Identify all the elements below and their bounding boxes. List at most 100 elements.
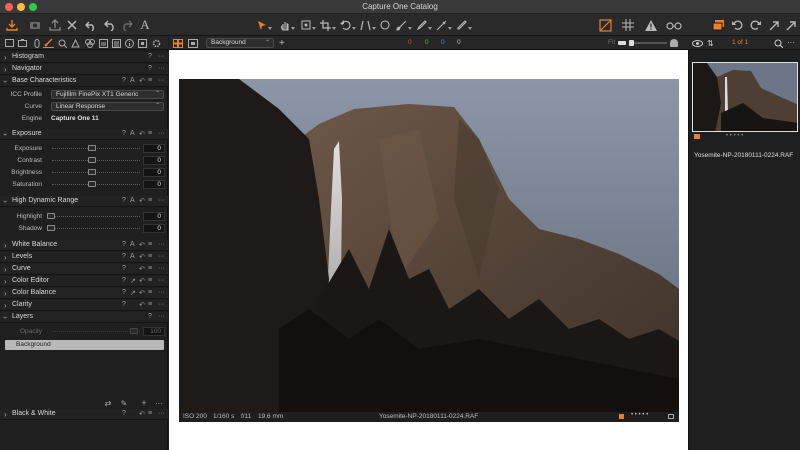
undo-icon[interactable] xyxy=(103,17,117,33)
help-icon[interactable]: ? xyxy=(148,313,152,320)
variant-select[interactable]: Background xyxy=(206,38,274,48)
presets-icon[interactable]: ≡ xyxy=(148,410,152,417)
chevron-right-icon[interactable]: › xyxy=(4,265,7,274)
more-icon[interactable]: ··· xyxy=(158,277,165,284)
clarity-section[interactable]: › Clarity ? ↶ ≡ ··· xyxy=(0,300,168,311)
apply-icon[interactable] xyxy=(784,17,798,33)
help-icon[interactable]: ? xyxy=(122,301,126,308)
search-icon[interactable] xyxy=(774,38,783,48)
color-tab-icon[interactable] xyxy=(70,38,81,48)
more-icon[interactable]: ··· xyxy=(158,410,165,417)
exposure-section[interactable]: › Exposure ? A ↶ ≡ ··· xyxy=(0,129,168,140)
presets-icon[interactable]: ≡ xyxy=(148,289,152,296)
color-picker-icon[interactable] xyxy=(416,17,432,33)
toolbox-tab-icon[interactable] xyxy=(137,38,148,48)
opacity-slider-knob[interactable] xyxy=(130,328,138,334)
export-icon[interactable] xyxy=(48,17,62,33)
slider-track[interactable] xyxy=(52,184,140,185)
color-tag-icon[interactable] xyxy=(619,414,624,419)
value-field[interactable]: 0 xyxy=(143,168,165,177)
background-layer-item[interactable]: Background xyxy=(5,340,164,350)
capture-tab-icon[interactable] xyxy=(17,38,28,48)
grid-icon[interactable] xyxy=(620,17,636,33)
zoom-slider-knob[interactable] xyxy=(629,40,634,46)
more-icon[interactable]: ··· xyxy=(158,241,165,248)
exposure-warning-icon[interactable] xyxy=(597,17,613,33)
color-balance-section[interactable]: › Color Balance ? ↗ ↶ ≡ ··· xyxy=(0,288,168,299)
more-icon[interactable]: ··· xyxy=(158,301,165,308)
library-tab-icon[interactable] xyxy=(4,38,15,48)
reset-icon[interactable]: ↶ xyxy=(139,253,145,261)
more-icon[interactable]: ··· xyxy=(158,253,165,260)
presets-icon[interactable]: ≡ xyxy=(148,265,152,272)
zoom-slider[interactable] xyxy=(629,42,667,44)
presets-icon[interactable]: ≡ xyxy=(148,277,152,284)
warning-icon[interactable] xyxy=(643,17,659,33)
adjustments-tab-icon[interactable] xyxy=(43,38,54,48)
reset-icon[interactable]: ↶ xyxy=(139,197,145,205)
reset-adjustments-icon[interactable] xyxy=(730,17,744,33)
navigator-section[interactable]: › Navigator ? ··· xyxy=(0,64,168,75)
value-field[interactable]: 0 xyxy=(143,180,165,189)
auto-icon[interactable]: A xyxy=(130,130,135,137)
thumb-star-rating-icon[interactable]: • • • • • xyxy=(726,133,743,139)
reset-icon[interactable]: ↶ xyxy=(139,289,145,297)
presets-icon[interactable]: ≡ xyxy=(148,77,152,84)
cursor-tool-icon[interactable] xyxy=(256,17,272,33)
photo-thumbnail[interactable] xyxy=(692,62,798,132)
chevron-right-icon[interactable]: › xyxy=(4,410,7,419)
help-icon[interactable]: ? xyxy=(122,197,126,204)
more-icon[interactable]: ··· xyxy=(158,77,165,84)
chevron-right-icon[interactable]: › xyxy=(4,53,7,62)
settings-tab-icon[interactable] xyxy=(151,38,162,48)
help-icon[interactable]: ? xyxy=(122,265,126,272)
slider-knob[interactable] xyxy=(88,181,96,187)
auto-icon[interactable]: A xyxy=(130,77,135,84)
curve-select[interactable]: Linear Response xyxy=(51,102,164,111)
lens-tab-icon[interactable] xyxy=(31,38,42,48)
reset-icon[interactable]: ↶ xyxy=(139,301,145,309)
help-icon[interactable]: ? xyxy=(122,277,126,284)
thumb-color-tag-icon[interactable] xyxy=(694,134,700,139)
chevron-right-icon[interactable]: › xyxy=(4,289,7,298)
import-icon[interactable] xyxy=(5,17,19,33)
black-white-section[interactable]: › Black & White ? ↶ ≡ ··· xyxy=(0,409,168,420)
value-field[interactable]: 0 xyxy=(143,156,165,165)
presets-icon[interactable]: ≡ xyxy=(148,241,152,248)
base-characteristics-section[interactable]: › Base Characteristics ? A ↶ ≡ ··· xyxy=(0,76,168,87)
main-photo[interactable] xyxy=(179,79,679,412)
eye-icon[interactable] xyxy=(692,38,703,48)
levels-section[interactable]: › Levels ? A ↶ ≡ ··· xyxy=(0,252,168,263)
slider-knob[interactable] xyxy=(88,169,96,175)
value-field[interactable]: 0 xyxy=(143,224,165,233)
histogram-section[interactable]: › Histogram ? ··· xyxy=(0,52,168,63)
chevron-down-icon[interactable]: › xyxy=(1,80,10,83)
chevron-right-icon[interactable]: › xyxy=(4,277,7,286)
white-balance-section[interactable]: › White Balance ? A ↶ ≡ ··· xyxy=(0,240,168,251)
annotate-tool-icon[interactable] xyxy=(456,17,472,33)
more-icon[interactable]: ··· xyxy=(158,289,165,296)
layers-section[interactable]: › Layers ? ··· xyxy=(0,312,168,323)
hdr-section[interactable]: › High Dynamic Range ? A ↶ ≡ ··· xyxy=(0,196,168,207)
output-tab-icon[interactable] xyxy=(98,38,109,48)
opacity-slider-track[interactable] xyxy=(52,331,140,332)
delete-icon[interactable] xyxy=(66,17,78,33)
chevron-right-icon[interactable]: › xyxy=(4,65,7,74)
auto-icon[interactable]: A xyxy=(130,253,135,260)
zoom-out-icon[interactable] xyxy=(618,41,626,45)
help-icon[interactable]: ? xyxy=(122,77,126,84)
picker-icon[interactable]: ↗ xyxy=(130,277,136,285)
sort-icon[interactable]: ⇅ xyxy=(707,37,714,49)
spot-removal-icon[interactable] xyxy=(378,17,392,33)
reset-icon[interactable] xyxy=(748,17,762,33)
help-icon[interactable]: ? xyxy=(122,253,126,260)
more-icon[interactable]: ··· xyxy=(158,53,165,60)
chevron-right-icon[interactable]: › xyxy=(4,301,7,310)
presets-icon[interactable]: ≡ xyxy=(148,301,152,308)
picker-tool-icon[interactable] xyxy=(436,17,452,33)
more-icon[interactable]: ··· xyxy=(158,130,165,137)
more-icon[interactable]: ··· xyxy=(787,36,795,48)
auto-icon[interactable]: A xyxy=(130,241,135,248)
proof-glasses-icon[interactable] xyxy=(665,17,683,33)
camera-icon[interactable] xyxy=(28,17,42,33)
